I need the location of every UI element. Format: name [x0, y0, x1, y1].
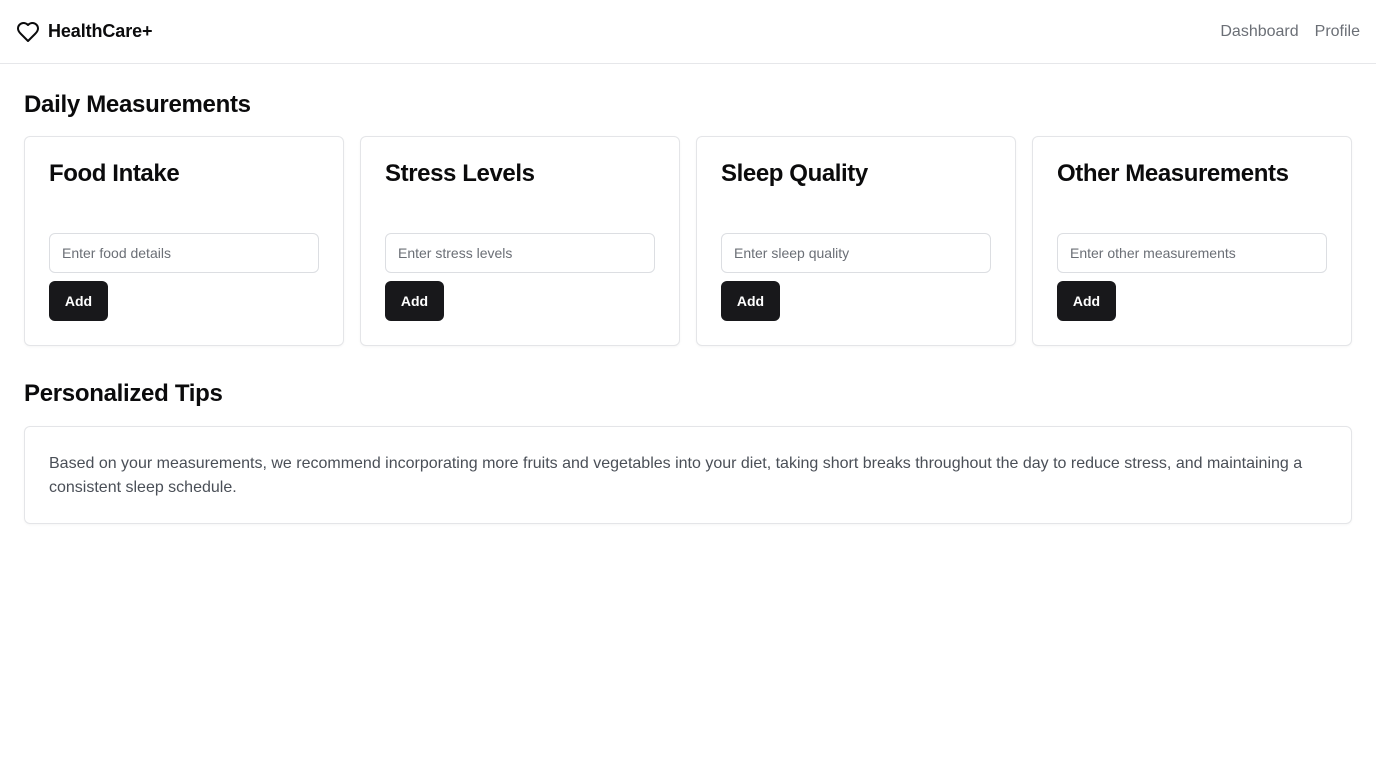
card-title: Food Intake: [49, 160, 180, 187]
food-intake-card: Food Intake Add: [24, 136, 344, 346]
nav-link-profile[interactable]: Profile: [1315, 23, 1360, 41]
main-nav: Dashboard Profile: [1220, 23, 1360, 41]
food-intake-input[interactable]: [49, 233, 319, 273]
daily-measurements-heading: Daily Measurements: [24, 91, 251, 118]
heart-icon: [16, 20, 40, 44]
brand-name: HealthCare+: [48, 21, 153, 41]
personalized-tips-heading: Personalized Tips: [24, 380, 223, 407]
measurement-cards: Food Intake Add Stress Levels Add Sleep …: [24, 136, 1352, 346]
card-title: Stress Levels: [385, 160, 535, 187]
tips-text: Based on your measurements, we recommend…: [49, 455, 1303, 496]
brand-logo-link[interactable]: HealthCare+: [16, 20, 153, 44]
nav-link-dashboard[interactable]: Dashboard: [1220, 23, 1298, 41]
add-food-intake-button[interactable]: Add: [49, 281, 108, 321]
add-sleep-quality-button[interactable]: Add: [721, 281, 780, 321]
personalized-tips-card: Based on your measurements, we recommend…: [24, 426, 1352, 524]
top-navbar: HealthCare+ Dashboard Profile: [0, 0, 1376, 64]
sleep-quality-input[interactable]: [721, 233, 991, 273]
card-title: Other Measurements: [1057, 160, 1289, 187]
sleep-quality-card: Sleep Quality Add: [696, 136, 1016, 346]
other-measurements-card: Other Measurements Add: [1032, 136, 1352, 346]
stress-levels-card: Stress Levels Add: [360, 136, 680, 346]
card-title: Sleep Quality: [721, 160, 868, 187]
stress-levels-input[interactable]: [385, 233, 655, 273]
add-stress-levels-button[interactable]: Add: [385, 281, 444, 321]
other-measurements-input[interactable]: [1057, 233, 1327, 273]
add-other-measurements-button[interactable]: Add: [1057, 281, 1116, 321]
